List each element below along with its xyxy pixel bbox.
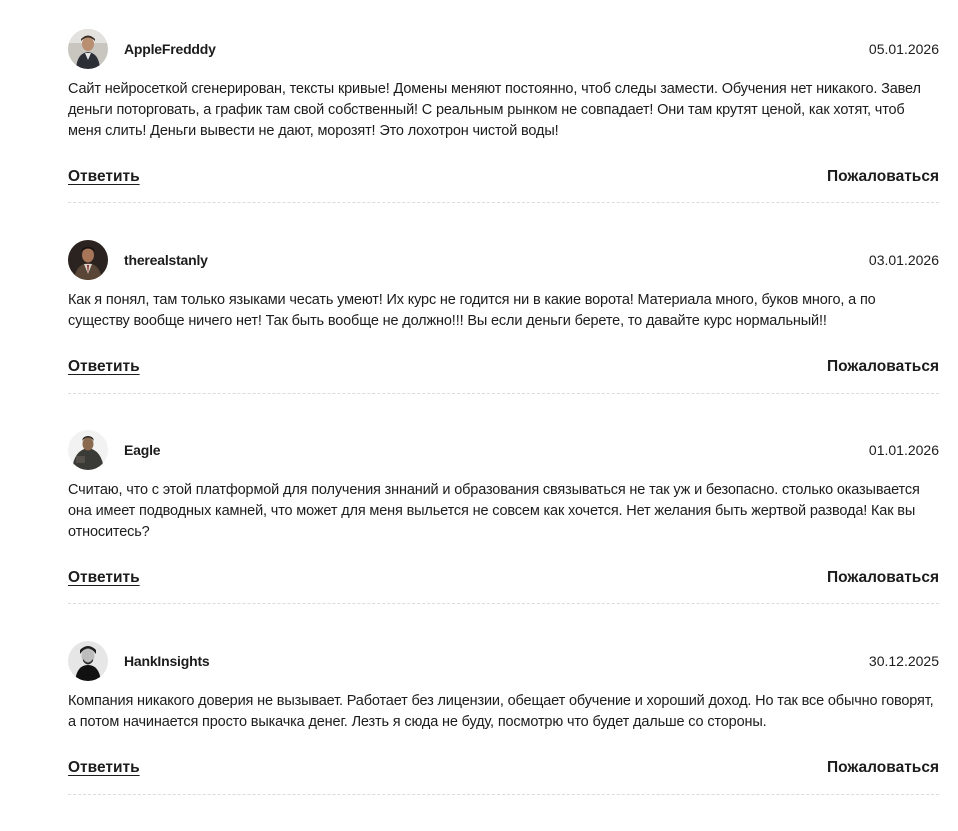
user-photo-icon [68, 430, 108, 470]
comment-username: therealstanly [124, 252, 208, 268]
comment-header: AppleFredddy 05.01.2026 [68, 29, 939, 69]
user-photo-icon [68, 29, 108, 69]
comment-list: AppleFredddy 05.01.2026 Сайт нейросеткой… [68, 29, 939, 831]
reply-link[interactable]: Ответить [68, 569, 140, 587]
comment-divider [68, 794, 939, 795]
avatar[interactable] [68, 641, 108, 681]
comment-text: Как я понял, там только языками чесать у… [68, 292, 876, 329]
comment-date: 05.01.2026 [868, 41, 939, 57]
comment-actions: Ответить Пожаловаться [68, 569, 939, 587]
report-link[interactable]: Пожаловаться [827, 358, 939, 376]
comment-actions: Ответить Пожаловаться [68, 358, 939, 376]
comment-date: 03.01.2026 [868, 252, 939, 268]
comment-date: 01.01.2026 [868, 442, 939, 458]
reply-link[interactable]: Ответить [68, 168, 140, 186]
report-link[interactable]: Пожаловаться [827, 759, 939, 777]
reply-link[interactable]: Ответить [68, 759, 140, 777]
comment-username: AppleFredddy [124, 41, 216, 57]
comment-divider [68, 603, 939, 604]
comment-text: Сайт нейросеткой сгенерирован, тексты кр… [68, 81, 921, 139]
comment-header: Eagle 01.01.2026 [68, 430, 939, 470]
comment-actions: Ответить Пожаловаться [68, 168, 939, 186]
user-photo-icon [68, 240, 108, 280]
comment-item: therealstanly 03.01.2026 Как я понял, та… [68, 240, 939, 430]
comment-text: Считаю, что с этой платформой для получе… [68, 482, 920, 540]
comment-divider [68, 393, 939, 394]
avatar[interactable] [68, 430, 108, 470]
comment-item: HankInsights 30.12.2025 Компания никаког… [68, 641, 939, 831]
report-link[interactable]: Пожаловаться [827, 569, 939, 587]
comment-item: AppleFredddy 05.01.2026 Сайт нейросеткой… [68, 29, 939, 240]
report-link[interactable]: Пожаловаться [827, 168, 939, 186]
comment-actions: Ответить Пожаловаться [68, 759, 939, 777]
avatar[interactable] [68, 29, 108, 69]
avatar[interactable] [68, 240, 108, 280]
comment-header: HankInsights 30.12.2025 [68, 641, 939, 681]
comment-date: 30.12.2025 [868, 653, 939, 669]
comment-text: Компания никакого доверия не вызывает. Р… [68, 693, 934, 730]
comment-header: therealstanly 03.01.2026 [68, 240, 939, 280]
comment-divider [68, 202, 939, 203]
comment-username: HankInsights [124, 653, 210, 669]
comment-username: Eagle [124, 442, 161, 458]
reply-link[interactable]: Ответить [68, 358, 140, 376]
comment-item: Eagle 01.01.2026 Считаю, что с этой плат… [68, 430, 939, 641]
user-photo-icon [68, 641, 108, 681]
